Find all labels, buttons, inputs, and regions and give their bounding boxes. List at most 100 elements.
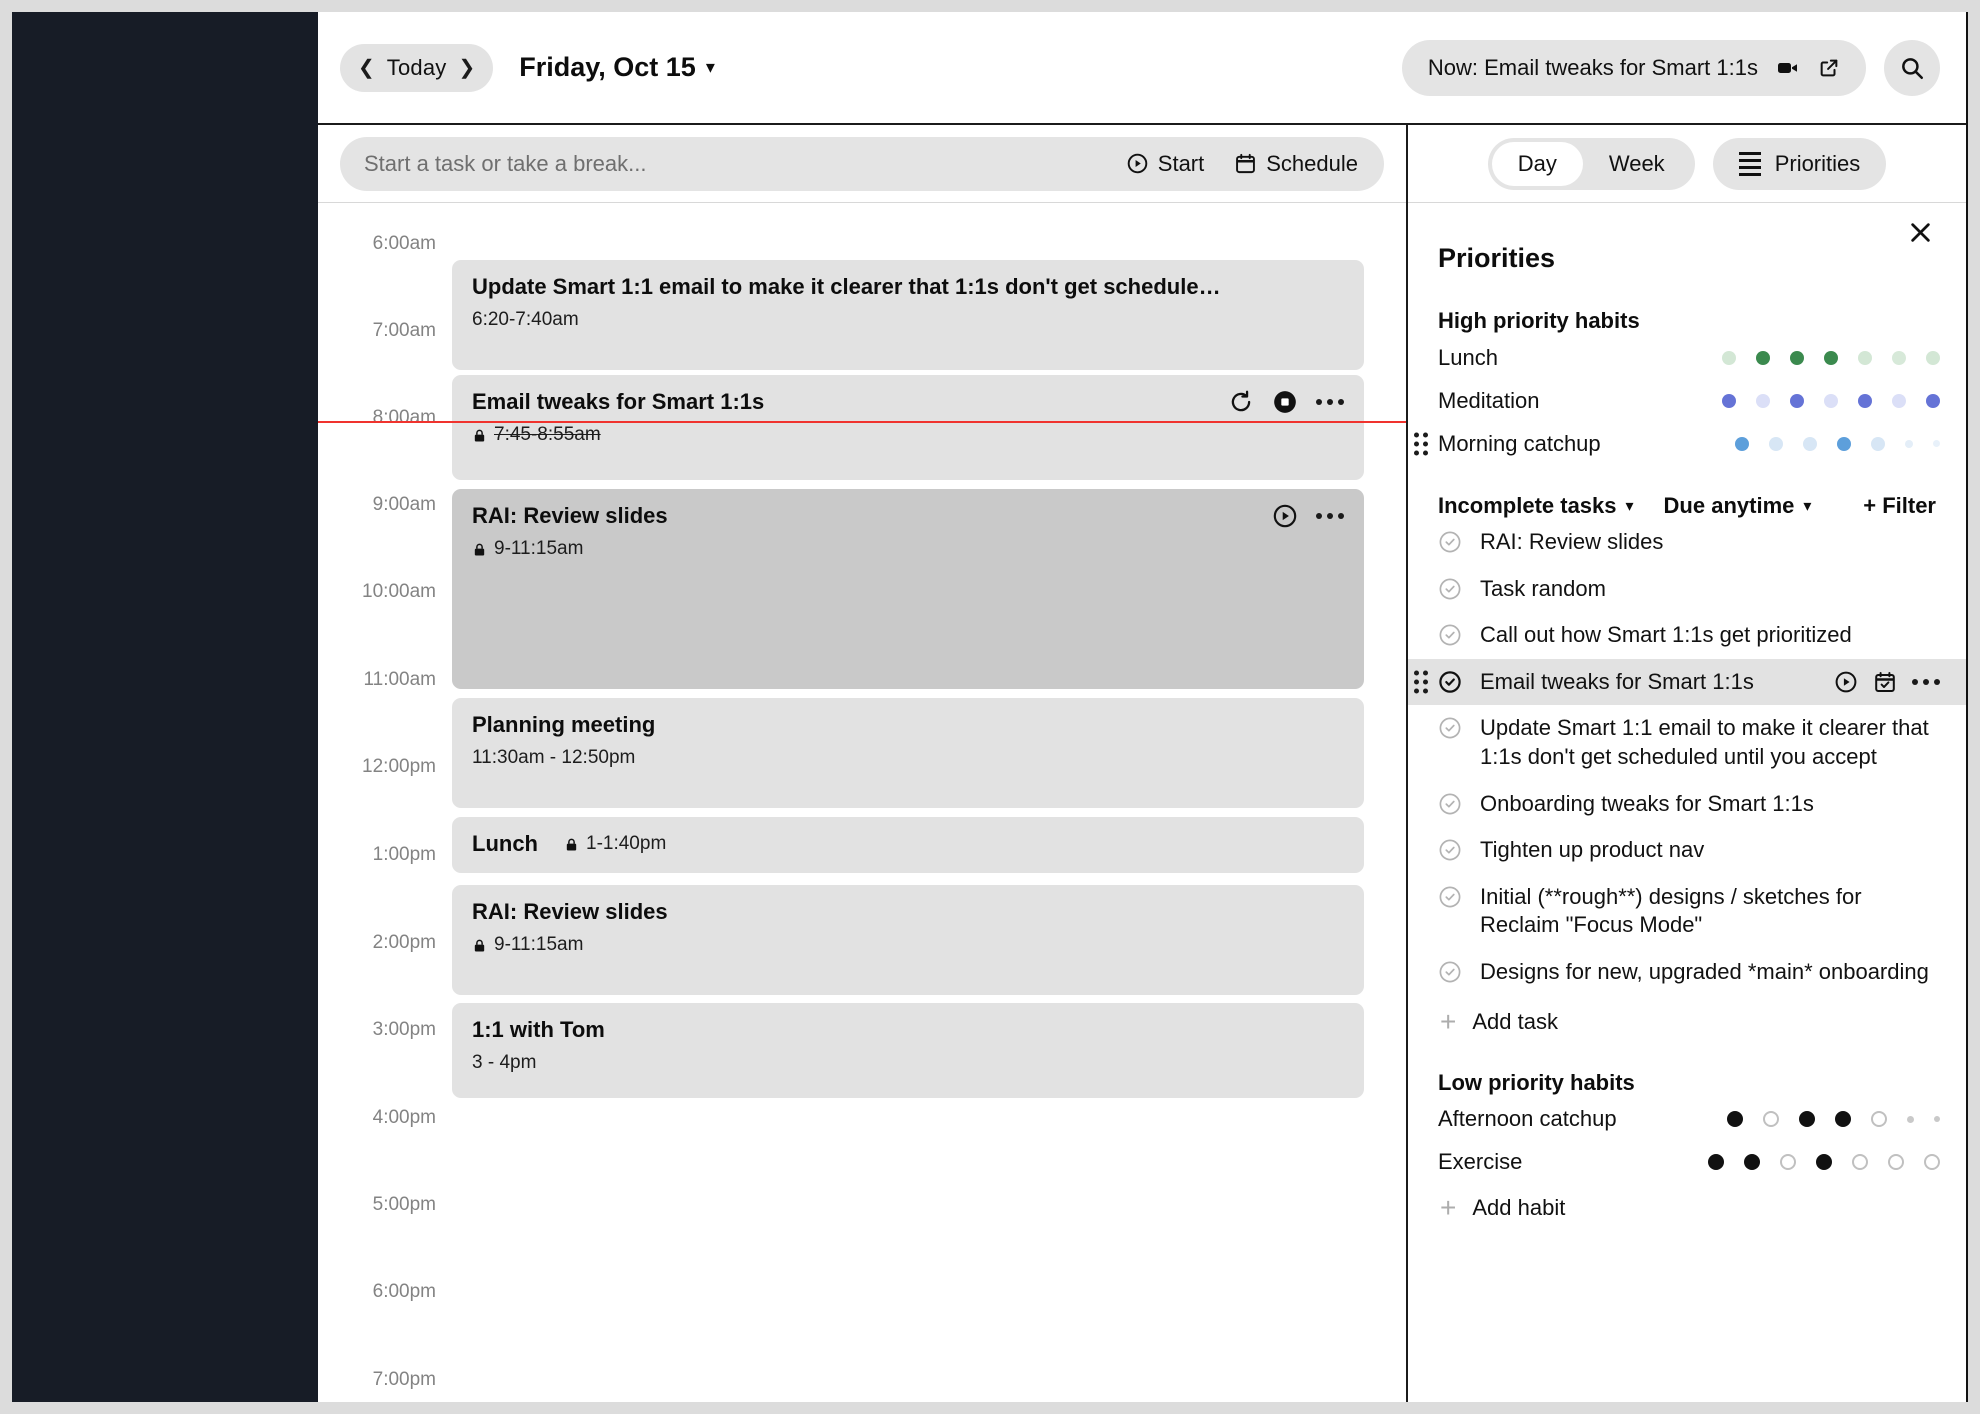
habit-day-dot[interactable] (1926, 350, 1940, 365)
schedule-button[interactable]: Schedule (1234, 151, 1358, 177)
calendar-event[interactable]: 1:1 with Tom 3 - 4pm (452, 1003, 1364, 1098)
chevron-left-icon[interactable]: ❮ (358, 58, 375, 78)
drag-handle-icon[interactable] (1414, 432, 1428, 455)
task-complete-checkbox[interactable] (1438, 885, 1462, 909)
tab-day[interactable]: Day (1491, 141, 1583, 186)
habit-day-dot[interactable] (1816, 1154, 1832, 1171)
play-icon[interactable] (1834, 670, 1858, 694)
external-link-icon[interactable] (1818, 57, 1840, 79)
habit-day-dot[interactable] (1871, 1111, 1887, 1128)
habit-day-dot[interactable] (1837, 436, 1851, 451)
low-priority-habit-row[interactable]: Afternoon catchup (1408, 1100, 1966, 1139)
high-priority-habit-row[interactable]: Morning catchup (1408, 424, 1966, 463)
day-week-toggle[interactable]: Day Week (1487, 137, 1695, 190)
calendar-event[interactable]: Email tweaks for Smart 1:1s 7:45-8:55am (452, 375, 1364, 480)
habit-day-dot[interactable] (1871, 436, 1885, 451)
date-title-dropdown[interactable]: Friday, Oct 15 ▾ (519, 52, 715, 83)
habit-day-dot[interactable] (1790, 393, 1804, 408)
task-complete-checkbox[interactable] (1438, 577, 1462, 601)
habit-day-dot[interactable] (1803, 436, 1817, 451)
habit-day-dot[interactable] (1858, 350, 1872, 365)
add-filter-button[interactable]: + Filter (1863, 493, 1936, 519)
habit-day-dot[interactable] (1907, 1115, 1914, 1123)
task-complete-checkbox[interactable] (1438, 792, 1462, 816)
habit-day-dot[interactable] (1722, 350, 1736, 365)
task-list-item[interactable]: Task random (1408, 566, 1966, 613)
habit-day-dot[interactable] (1708, 1154, 1724, 1171)
habit-day-dot[interactable] (1722, 393, 1736, 408)
habit-day-dot[interactable] (1934, 1116, 1940, 1123)
habit-day-dot[interactable] (1933, 440, 1940, 447)
habit-day-dot[interactable] (1852, 1154, 1868, 1171)
task-list-item[interactable]: Call out how Smart 1:1s get prioritized (1408, 612, 1966, 659)
calendar-check-icon[interactable] (1873, 670, 1897, 694)
habit-day-dot[interactable] (1756, 350, 1770, 365)
task-list-item[interactable]: Designs for new, upgraded *main* onboard… (1408, 949, 1966, 996)
calendar-event[interactable]: RAI: Review slides 9-11:15am (452, 885, 1364, 995)
lock-icon[interactable] (472, 428, 487, 443)
more-icon[interactable] (1316, 399, 1344, 405)
habit-day-dot[interactable] (1888, 1154, 1904, 1171)
habit-day-dot[interactable] (1926, 393, 1940, 408)
task-complete-checkbox[interactable] (1438, 716, 1462, 740)
task-list-item[interactable]: Email tweaks for Smart 1:1s (1408, 658, 1966, 706)
habit-day-dot[interactable] (1905, 439, 1913, 448)
habit-day-dot[interactable] (1780, 1154, 1796, 1171)
add-task-button[interactable]: + Add task (1408, 996, 1966, 1036)
lock-icon[interactable] (564, 837, 579, 852)
status-filter-dropdown[interactable]: Incomplete tasks ▾ (1438, 493, 1634, 519)
add-habit-button[interactable]: + Add habit (1408, 1182, 1966, 1222)
search-button[interactable] (1884, 39, 1940, 96)
habit-day-dot[interactable] (1924, 1154, 1940, 1171)
high-priority-habit-row[interactable]: Lunch (1408, 338, 1966, 377)
task-complete-checkbox[interactable] (1438, 530, 1462, 554)
task-input[interactable] (364, 150, 1096, 177)
calendar-event[interactable]: Update Smart 1:1 email to make it cleare… (452, 260, 1364, 370)
play-icon[interactable] (1272, 503, 1298, 529)
task-list-item[interactable]: Tighten up product nav (1408, 827, 1966, 874)
task-complete-checkbox[interactable] (1438, 670, 1462, 694)
start-button[interactable]: Start (1126, 151, 1204, 177)
habit-day-dot[interactable] (1790, 350, 1804, 365)
habit-day-dot[interactable] (1892, 350, 1906, 365)
restart-icon[interactable] (1228, 389, 1254, 415)
lock-icon[interactable] (472, 542, 487, 557)
calendar-event[interactable]: Planning meeting 11:30am - 12:50pm (452, 698, 1364, 808)
stop-icon[interactable] (1272, 389, 1298, 415)
habit-day-dot[interactable] (1756, 393, 1770, 408)
habit-day-dot[interactable] (1769, 436, 1783, 451)
calendar-grid[interactable]: 6:00am 7:00am 8:00am 9:00am 10:00am 11:00am 12… (318, 203, 1406, 1402)
calendar-event[interactable]: RAI: Review slides 9-11:15am (452, 489, 1364, 689)
task-complete-checkbox[interactable] (1438, 623, 1462, 647)
more-icon[interactable] (1316, 513, 1344, 519)
calendar-event[interactable]: Lunch 1-1:40pm (452, 817, 1364, 873)
composer[interactable]: Start Schedule (340, 136, 1384, 191)
habit-day-dot[interactable] (1858, 393, 1872, 408)
task-list-item[interactable]: Update Smart 1:1 email to make it cleare… (1408, 705, 1966, 780)
task-list-item[interactable]: Initial (**rough**) designs / sketches f… (1408, 874, 1966, 949)
tab-week[interactable]: Week (1583, 142, 1691, 186)
low-priority-habit-row[interactable]: Exercise (1408, 1143, 1966, 1182)
more-icon[interactable] (1912, 678, 1940, 685)
habit-day-dot[interactable] (1744, 1154, 1760, 1171)
lock-icon[interactable] (472, 938, 487, 953)
high-priority-habit-row[interactable]: Meditation (1408, 381, 1966, 420)
task-complete-checkbox[interactable] (1438, 838, 1462, 862)
habit-day-dot[interactable] (1727, 1111, 1743, 1128)
video-camera-icon[interactable] (1776, 56, 1800, 80)
habit-day-dot[interactable] (1892, 393, 1906, 408)
habit-day-dot[interactable] (1824, 350, 1838, 365)
now-playing-pill[interactable]: Now: Email tweaks for Smart 1:1s (1401, 39, 1866, 96)
habit-day-dot[interactable] (1835, 1111, 1851, 1128)
habit-day-dot[interactable] (1735, 436, 1749, 451)
task-complete-checkbox[interactable] (1438, 960, 1462, 984)
due-filter-dropdown[interactable]: Due anytime ▾ (1664, 493, 1812, 519)
close-icon[interactable] (1907, 219, 1934, 246)
habit-day-dot[interactable] (1763, 1111, 1779, 1128)
habit-day-dot[interactable] (1799, 1111, 1815, 1128)
drag-handle-icon[interactable] (1414, 670, 1428, 694)
today-navigation-pill[interactable]: ❮ Today ❯ (340, 43, 494, 92)
task-list-item[interactable]: Onboarding tweaks for Smart 1:1s (1408, 781, 1966, 828)
chevron-right-icon[interactable]: ❯ (458, 58, 475, 78)
priorities-toggle-button[interactable]: Priorities (1712, 137, 1887, 190)
